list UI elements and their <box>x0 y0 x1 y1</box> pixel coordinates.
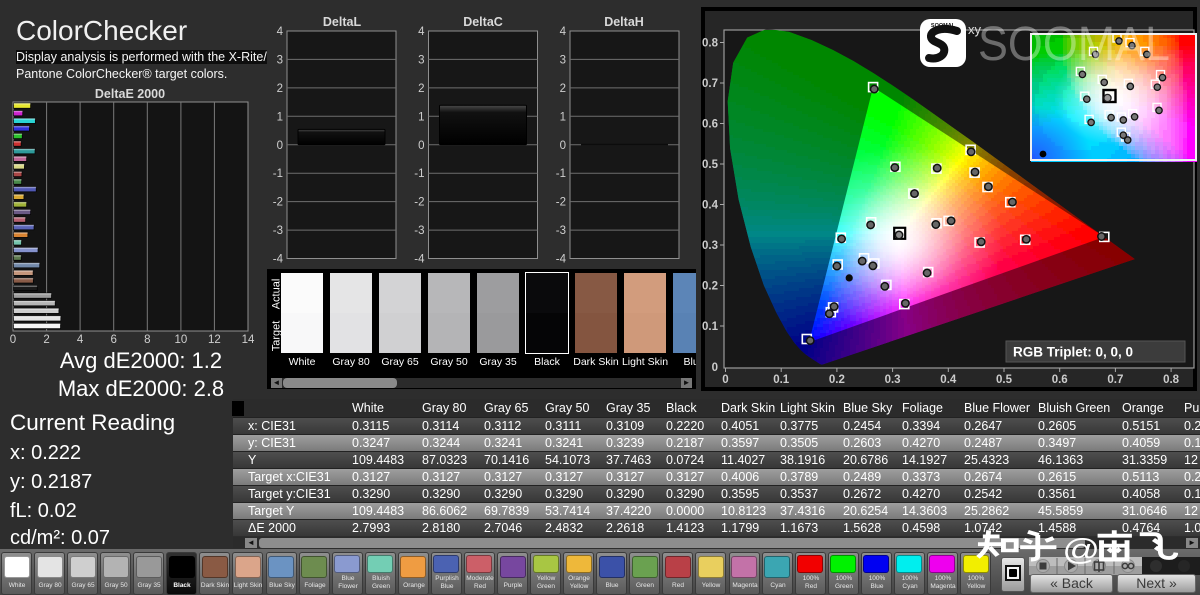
svg-text:0.8: 0.8 <box>1163 374 1180 386</box>
svg-text:0.6: 0.6 <box>1052 374 1068 386</box>
svg-text:0: 0 <box>10 334 16 346</box>
svg-text:0: 0 <box>722 374 728 386</box>
svg-text:-4: -4 <box>273 254 284 266</box>
svg-text:0.2: 0.2 <box>702 281 718 293</box>
svg-text:0.4: 0.4 <box>702 200 719 212</box>
svg-text:0.1: 0.1 <box>773 374 790 386</box>
svg-text:3: 3 <box>418 54 424 66</box>
svg-text:-2: -2 <box>273 197 283 209</box>
svg-text:-3: -3 <box>414 225 424 237</box>
svg-text:-3: -3 <box>273 225 283 237</box>
svg-text:2: 2 <box>277 83 283 95</box>
svg-text:@: @ <box>1062 534 1100 566</box>
svg-text:1: 1 <box>560 111 566 123</box>
svg-text:2: 2 <box>418 83 424 95</box>
svg-text:RGB Triplet: 0, 0, 0: RGB Triplet: 0, 0, 0 <box>1013 345 1133 360</box>
svg-text:0: 0 <box>712 362 718 374</box>
svg-text:0.8: 0.8 <box>702 38 719 50</box>
svg-text:SOOMAL: SOOMAL <box>978 18 1170 71</box>
svg-text:0: 0 <box>560 140 566 152</box>
svg-text:DeltaC: DeltaC <box>463 15 503 29</box>
svg-text:10: 10 <box>175 334 188 346</box>
svg-text:0.5: 0.5 <box>996 374 1013 386</box>
svg-text:-4: -4 <box>556 254 567 266</box>
svg-text:-2: -2 <box>414 197 424 209</box>
svg-text:8: 8 <box>144 334 150 346</box>
svg-text:0: 0 <box>418 140 424 152</box>
svg-text:-1: -1 <box>273 168 283 180</box>
svg-text:0.7: 0.7 <box>1107 374 1123 386</box>
svg-text:2: 2 <box>43 334 49 346</box>
svg-text:0.3: 0.3 <box>885 374 901 386</box>
svg-text:4: 4 <box>77 334 84 346</box>
svg-text:0.6: 0.6 <box>702 119 718 131</box>
svg-text:0.5: 0.5 <box>702 159 719 171</box>
svg-text:-4: -4 <box>414 254 425 266</box>
svg-text:1: 1 <box>277 111 283 123</box>
svg-text:3: 3 <box>277 54 283 66</box>
svg-text:0.2: 0.2 <box>829 374 845 386</box>
svg-text:-1: -1 <box>556 168 566 180</box>
svg-text:0.3: 0.3 <box>702 240 718 252</box>
svg-text:0.4: 0.4 <box>940 374 957 386</box>
svg-text:4: 4 <box>418 26 425 38</box>
svg-text:2: 2 <box>560 83 566 95</box>
svg-text:12: 12 <box>208 334 221 346</box>
svg-text:6: 6 <box>110 334 116 346</box>
svg-text:14: 14 <box>242 334 255 346</box>
svg-text:1: 1 <box>418 111 424 123</box>
svg-text:0.1: 0.1 <box>702 321 719 333</box>
svg-text:-2: -2 <box>556 197 566 209</box>
svg-text:-1: -1 <box>414 168 424 180</box>
svg-text:-3: -3 <box>556 225 566 237</box>
svg-text:0.7: 0.7 <box>702 78 718 90</box>
svg-text:0: 0 <box>277 140 283 152</box>
svg-text:4: 4 <box>560 26 567 38</box>
svg-text:3: 3 <box>560 54 566 66</box>
svg-text:DeltaE 2000: DeltaE 2000 <box>95 88 165 101</box>
svg-text:DeltaL: DeltaL <box>323 15 362 29</box>
svg-text:DeltaH: DeltaH <box>604 15 644 29</box>
svg-text:4: 4 <box>277 26 284 38</box>
